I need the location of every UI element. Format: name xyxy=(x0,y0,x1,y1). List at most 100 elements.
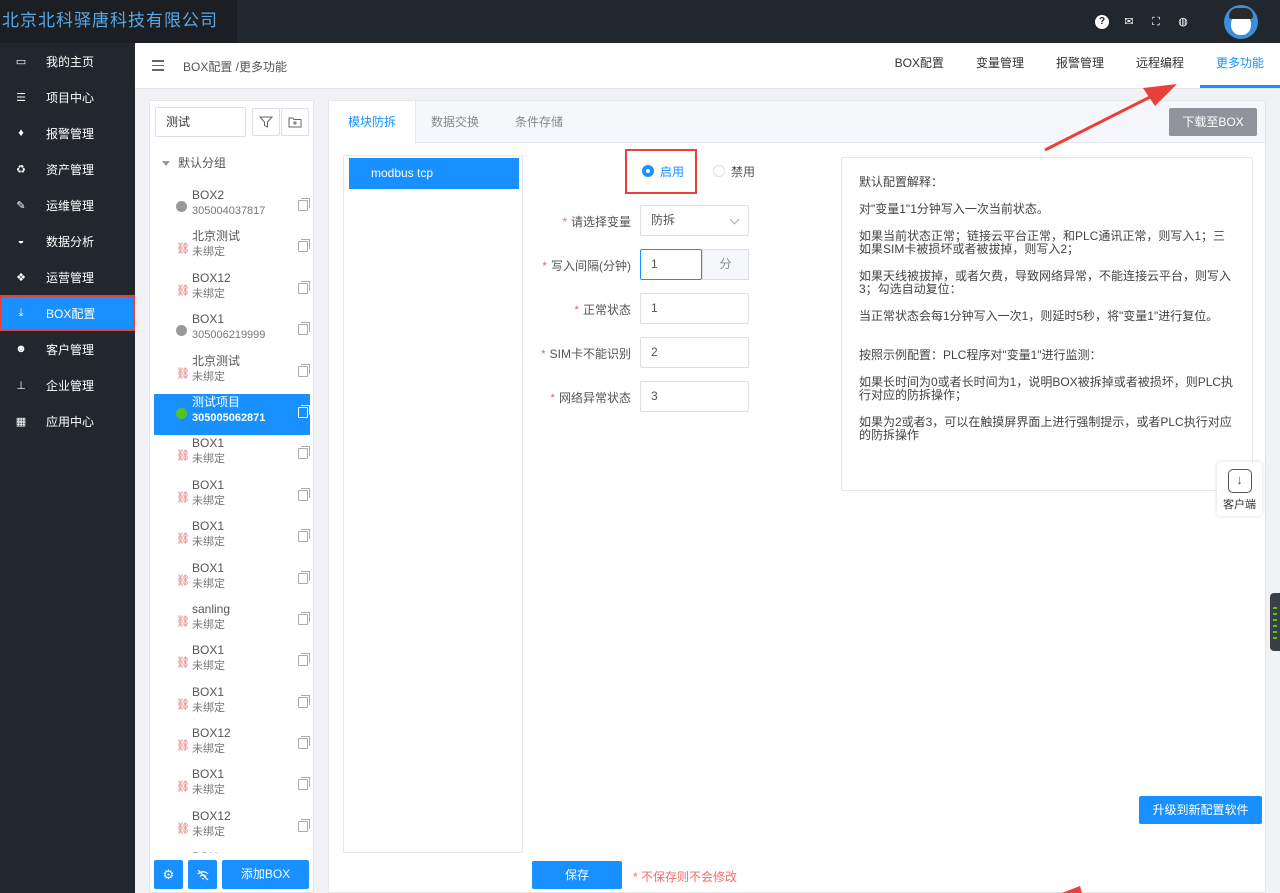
box-list-item[interactable]: ⛓ BOX12 未绑定 xyxy=(154,270,310,311)
copy-icon[interactable] xyxy=(298,322,310,336)
box-list-item[interactable]: ⛓ 北京测试 未绑定 xyxy=(154,228,310,269)
top-bar: 北京北科驿唐科技有限公司 ? ✉ ⛶ ◍ xyxy=(0,0,1280,43)
copy-icon[interactable] xyxy=(298,239,310,253)
unlink-icon: ⛓ xyxy=(176,822,190,835)
sidebar-item-enterprise[interactable]: ⊥ 企业管理 xyxy=(0,367,135,403)
sidebar-item-operations[interactable]: ❖ 运营管理 xyxy=(0,259,135,295)
form-label: * 正常状态 xyxy=(574,303,631,317)
tab-more-functions[interactable]: 更多功能 xyxy=(1199,43,1280,89)
copy-icon[interactable] xyxy=(298,694,310,708)
box-list-item[interactable]: ⛓ BOX1 未绑定 xyxy=(154,435,310,476)
interval-input[interactable]: 1 xyxy=(640,249,702,280)
sim-error-input[interactable]: 2 xyxy=(640,337,749,368)
tab-box-config[interactable]: BOX配置 xyxy=(879,43,960,89)
mail-icon[interactable]: ✉ xyxy=(1122,15,1136,29)
sidebar-item-home[interactable]: ▭ 我的主页 xyxy=(0,43,135,79)
copy-icon[interactable] xyxy=(298,198,310,211)
box-list-item[interactable]: 测试项目 305005062871 xyxy=(154,393,310,436)
client-download-button[interactable]: ↓ 客户端 xyxy=(1217,462,1262,516)
unlink-icon: ⛓ xyxy=(176,243,190,256)
search-input[interactable]: 测试 xyxy=(155,107,246,137)
box-list-item[interactable]: ⛓ BOX1 未绑定 xyxy=(154,560,310,601)
save-button[interactable]: 保存 xyxy=(532,861,622,889)
box-list-item[interactable]: ⛓ 北京测试 未绑定 xyxy=(154,353,310,394)
box-list: BOX2 305004037817 ⛓ 北京测试 未绑定 ⛓ BOX12 未绑定 BOX1 305… xyxy=(154,187,310,853)
disable-radio[interactable] xyxy=(713,165,725,177)
box-tree-panel: 测试 默认分组 BOX2 305004037817 ⛓ 北京测试 未绑定 ⛓ BOX12 未绑… xyxy=(149,100,314,893)
copy-icon[interactable] xyxy=(298,653,310,667)
avatar[interactable] xyxy=(1224,5,1258,39)
enable-radio-highlight[interactable]: 启用 xyxy=(625,148,697,194)
sitemap-icon: ⊥ xyxy=(16,379,26,392)
copy-icon[interactable] xyxy=(298,611,310,625)
top-icons: ? ✉ ⛶ ◍ xyxy=(1095,0,1190,43)
sidebar-item-box-config[interactable]: ⤓ BOX配置 xyxy=(0,295,135,331)
box-list-item[interactable]: ⛓ sanling 未绑定 xyxy=(154,601,310,642)
variable-select[interactable]: 防拆 xyxy=(640,205,749,236)
normal-state-input[interactable]: 1 xyxy=(640,293,749,324)
box-name: 北京测试 xyxy=(192,229,241,244)
copy-icon[interactable] xyxy=(298,777,310,791)
copy-icon[interactable] xyxy=(298,529,310,543)
box-list-item[interactable]: ⛓ BOX1 未绑定 xyxy=(154,518,310,559)
explanation-line: 如果为2或者3，可以在触摸屏界面上进行强制提示，或者PLC执行对应的防拆操作 xyxy=(859,415,1232,442)
globe-icon[interactable]: ◍ xyxy=(1176,15,1190,29)
copy-icon[interactable] xyxy=(298,818,310,832)
wrench-icon: ✎ xyxy=(16,199,26,212)
bell-icon: ♦ xyxy=(18,127,24,139)
add-folder-button[interactable] xyxy=(281,108,309,136)
filter-button[interactable] xyxy=(252,108,280,136)
copy-icon[interactable] xyxy=(298,404,310,418)
sidebar-item-label: 报警管理 xyxy=(46,126,95,141)
unlink-icon: ⛓ xyxy=(176,781,190,794)
sidebar-item-apps[interactable]: ▦ 应用中心 xyxy=(0,403,135,439)
sidebar-item-customers[interactable]: ☻ 客户管理 xyxy=(0,331,135,367)
box-list-item[interactable]: ⛓ BOX1 未绑定 xyxy=(154,766,310,807)
fullscreen-icon[interactable]: ⛶ xyxy=(1149,15,1163,29)
copy-icon[interactable] xyxy=(298,487,310,501)
tab-variables[interactable]: 变量管理 xyxy=(960,43,1040,89)
box-list-item[interactable]: ⛓ BOX12 未绑定 xyxy=(154,808,310,849)
copy-icon[interactable] xyxy=(298,363,310,377)
sidebar-item-maintenance[interactable]: ✎ 运维管理 xyxy=(0,187,135,223)
box-list-item[interactable]: BOX1 305006219999 xyxy=(154,311,310,352)
tab-remote-programming[interactable]: 远程编程 xyxy=(1120,43,1200,89)
copy-icon[interactable] xyxy=(298,570,310,584)
disable-option[interactable]: 禁用 xyxy=(713,163,755,180)
copy-icon[interactable] xyxy=(298,736,310,750)
network-error-input[interactable]: 3 xyxy=(640,381,749,412)
protocol-item[interactable]: modbus tcp xyxy=(349,158,519,189)
tab-data-exchange[interactable]: 数据交换 xyxy=(412,101,498,143)
no-signal-button[interactable] xyxy=(188,860,217,889)
enable-radio[interactable] xyxy=(642,165,654,177)
explanation-line: 如果天线被拔掉，或者欠费，导致网络异常，不能连接云平台，则写入3；勾选自动复位： xyxy=(859,269,1232,296)
tree-footer: ⚙ 添加BOX xyxy=(154,859,310,891)
box-list-item[interactable]: ⛓ BOX1 未绑定 xyxy=(154,642,310,683)
download-to-box-button[interactable]: 下载至BOX xyxy=(1169,108,1257,136)
users-icon: ☻ xyxy=(15,343,27,355)
tab-alarms[interactable]: 报警管理 xyxy=(1040,43,1120,89)
box-list-item[interactable]: BOX2 305004037817 xyxy=(154,187,310,228)
copy-icon[interactable] xyxy=(298,446,310,460)
sidebar-item-alarms[interactable]: ♦ 报警管理 xyxy=(0,115,135,151)
sidebar-item-analysis[interactable]: ◒ 数据分析 xyxy=(0,223,135,259)
tree-group[interactable]: 默认分组 xyxy=(162,154,226,171)
sidebar-item-projects[interactable]: ☰ 项目中心 xyxy=(0,79,135,115)
tab-anti-tamper[interactable]: 模块防拆 xyxy=(329,101,417,144)
copy-icon[interactable] xyxy=(298,280,310,294)
sidebar-item-assets[interactable]: ♻ 资产管理 xyxy=(0,151,135,187)
add-box-button[interactable]: 添加BOX xyxy=(222,860,309,889)
box-list-item[interactable]: ⛓BOX xyxy=(154,849,310,853)
box-name: BOX12 xyxy=(192,808,231,823)
disable-label: 禁用 xyxy=(731,164,756,179)
tab-conditional-storage[interactable]: 条件存储 xyxy=(496,101,582,143)
settings-button[interactable]: ⚙ xyxy=(154,860,183,889)
box-list-item[interactable]: ⛓ BOX1 未绑定 xyxy=(154,477,310,518)
cubes-icon: ❖ xyxy=(16,271,26,284)
menu-toggle-icon[interactable] xyxy=(152,60,164,72)
upgrade-button[interactable]: 升级到新配置软件 xyxy=(1139,796,1262,824)
help-icon[interactable]: ? xyxy=(1095,14,1109,29)
box-list-item[interactable]: ⛓ BOX1 未绑定 xyxy=(154,684,310,725)
side-handle[interactable] xyxy=(1270,593,1280,651)
box-list-item[interactable]: ⛓ BOX12 未绑定 xyxy=(154,725,310,766)
